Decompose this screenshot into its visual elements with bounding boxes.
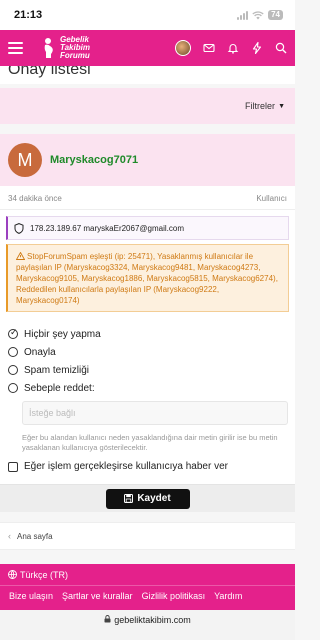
save-label: Kaydet bbox=[137, 493, 171, 504]
logo-text: Gebelik Takibim Forumu bbox=[60, 35, 90, 60]
footer-link-contact[interactable]: Bize ulaşın bbox=[9, 591, 53, 601]
username-link[interactable]: Maryskacog7071 bbox=[50, 154, 138, 166]
approval-card: M Maryskacog7071 34 dakika önce Kullanıc… bbox=[0, 134, 295, 512]
signal-icon bbox=[237, 10, 249, 20]
language-selector[interactable]: Türkçe (TR) bbox=[0, 564, 295, 586]
save-icon bbox=[124, 494, 134, 503]
warning-icon bbox=[16, 252, 25, 260]
footer-link-help[interactable]: Yardım bbox=[214, 591, 242, 601]
action-options: Hiçbir şey yapma Onayla Spam temizliği S… bbox=[0, 312, 295, 472]
ip-email-info: 178.23.189.67 maryskaEr2067@gmail.com bbox=[6, 216, 289, 240]
filter-dropdown[interactable]: Filtreler bbox=[245, 101, 275, 111]
lock-icon bbox=[104, 615, 111, 623]
notify-checkbox[interactable] bbox=[8, 461, 18, 472]
browser-url-bar[interactable]: gebeliktakibim.com bbox=[0, 610, 295, 640]
radio[interactable] bbox=[8, 365, 18, 375]
url-text: gebeliktakibim.com bbox=[114, 615, 191, 625]
hamburger-icon[interactable] bbox=[8, 42, 23, 54]
meta-row: 34 dakika önce Kullanıcı bbox=[0, 186, 295, 210]
chevron-left-icon: ‹ bbox=[8, 531, 11, 541]
footer-link-terms[interactable]: Şartlar ve kurallar bbox=[62, 591, 133, 601]
save-bar: Kaydet bbox=[0, 484, 295, 512]
page-title-bar: Onay listesi bbox=[0, 66, 295, 84]
user-role: Kullanıcı bbox=[256, 194, 287, 203]
footer-link-privacy[interactable]: Gizlilik politikası bbox=[142, 591, 206, 601]
user-header: M Maryskacog7071 bbox=[0, 134, 295, 186]
breadcrumb: ‹ Ana sayfa bbox=[0, 522, 295, 550]
option-label: Onayla bbox=[24, 346, 56, 358]
option-reject-with-reason[interactable]: Sebeple reddet: bbox=[8, 379, 287, 397]
reason-help-text: Eğer bu alandan kullanıcı neden yasaklan… bbox=[22, 433, 278, 452]
caret-down-icon: ▼ bbox=[278, 102, 285, 110]
status-icons: 74 bbox=[237, 10, 283, 20]
mail-icon[interactable] bbox=[203, 42, 215, 54]
site-logo[interactable]: Gebelik Takibim Forumu bbox=[39, 36, 90, 60]
search-icon[interactable] bbox=[275, 42, 287, 54]
radio-checked[interactable] bbox=[8, 327, 18, 339]
footer: Türkçe (TR) Bize ulaşın Şartlar ve kural… bbox=[0, 564, 295, 640]
notify-user-option[interactable]: Eğer işlem gerçekleşirse kullanıcıya hab… bbox=[8, 461, 287, 472]
spam-warning: StopForumSpam eşleşti (ip: 25471), Yasak… bbox=[6, 244, 289, 312]
option-spam-clean[interactable]: Spam temizliği bbox=[8, 361, 287, 379]
shield-icon bbox=[14, 222, 24, 234]
radio[interactable] bbox=[8, 347, 18, 357]
notify-label: Eğer işlem gerçekleşirse kullanıcıya hab… bbox=[24, 461, 228, 472]
globe-icon bbox=[8, 570, 17, 579]
language-label: Türkçe (TR) bbox=[20, 569, 68, 580]
nav-bar: Gebelik Takibim Forumu bbox=[0, 30, 295, 66]
ip-email-text: 178.23.189.67 maryskaEr2067@gmail.com bbox=[30, 223, 184, 233]
page-title: Onay listesi bbox=[8, 66, 91, 78]
battery-indicator: 74 bbox=[268, 10, 283, 20]
time-ago: 34 dakika önce bbox=[8, 194, 62, 203]
bolt-icon[interactable] bbox=[251, 42, 263, 54]
option-approve[interactable]: Onayla bbox=[8, 343, 287, 361]
footer-links: Bize ulaşın Şartlar ve kurallar Gizlilik… bbox=[0, 586, 295, 606]
radio[interactable] bbox=[8, 383, 18, 393]
filter-bar: Filtreler ▼ bbox=[0, 88, 295, 124]
wifi-icon bbox=[252, 10, 264, 19]
user-avatar[interactable]: M bbox=[8, 143, 42, 177]
warning-text: StopForumSpam eşleşti (ip: 25471), Yasak… bbox=[16, 252, 278, 305]
avatar[interactable] bbox=[175, 40, 191, 56]
option-do-nothing[interactable]: Hiçbir şey yapma bbox=[8, 325, 287, 343]
bell-icon[interactable] bbox=[227, 42, 239, 54]
option-label: Hiçbir şey yapma bbox=[24, 328, 101, 340]
clock: 21:13 bbox=[14, 9, 43, 21]
save-button[interactable]: Kaydet bbox=[105, 488, 190, 509]
breadcrumb-home-link[interactable]: Ana sayfa bbox=[17, 532, 53, 541]
reject-reason-input[interactable]: İsteğe bağlı bbox=[22, 401, 288, 425]
option-label: Sebeple reddet: bbox=[24, 382, 95, 394]
option-label: Spam temizliği bbox=[24, 364, 90, 376]
pregnant-woman-logo-icon bbox=[44, 38, 53, 58]
status-bar: 21:13 74 bbox=[0, 0, 295, 30]
